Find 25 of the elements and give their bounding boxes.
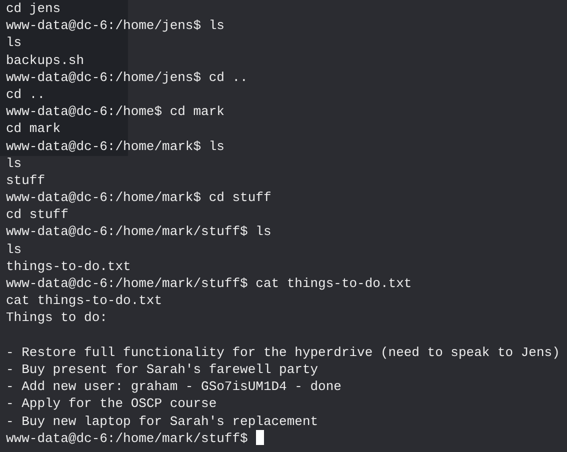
terminal-line: ls bbox=[6, 156, 22, 171]
terminal-line: - Buy new laptop for Sarah's replacement bbox=[6, 414, 318, 428]
terminal-line: ls bbox=[6, 242, 22, 257]
terminal-line: - Buy present for Sarah's farewell party bbox=[6, 362, 318, 377]
terminal-line: - Restore full functionality for the hyperdrive (need to speak to Jens) bbox=[6, 344, 560, 360]
terminal-line: - Apply for the OSCP course bbox=[6, 396, 217, 412]
terminal-line: ls bbox=[6, 35, 22, 50]
terminal-line: cd jens bbox=[6, 1, 61, 16]
terminal-line: www-data@dc-6:/home/mark$ cd stuff bbox=[6, 190, 272, 206]
terminal-line: www-data@dc-6:/home/jens$ cd .. bbox=[6, 70, 248, 85]
terminal-line: Things to do: bbox=[6, 310, 108, 326]
terminal-line: cd .. bbox=[6, 86, 46, 102]
terminal-line: cd mark bbox=[6, 121, 61, 136]
terminal-line: backups.sh bbox=[6, 52, 84, 68]
terminal-prompt: www-data@dc-6:/home/mark/stuff$ bbox=[6, 430, 248, 446]
terminal-line: www-data@dc-6:/home/mark$ ls bbox=[6, 138, 224, 154]
terminal-line: www-data@dc-6:/home/mark/stuff$ ls bbox=[6, 224, 272, 240]
terminal-line: - Add new user: graham - GSo7isUM1D4 - done bbox=[6, 379, 342, 394]
terminal-line: www-data@dc-6:/home$ cd mark bbox=[6, 104, 224, 120]
terminal-line: stuff bbox=[6, 172, 46, 188]
terminal-line: things-to-do.txt bbox=[6, 258, 131, 274]
terminal-line: cd stuff bbox=[6, 207, 68, 222]
terminal-line: cat things-to-do.txt bbox=[6, 293, 162, 308]
terminal-line: www-data@dc-6:/home/mark/stuff$ cat things-to-do.txt bbox=[6, 276, 412, 291]
terminal-line: www-data@dc-6:/home/jens$ ls bbox=[6, 18, 224, 34]
